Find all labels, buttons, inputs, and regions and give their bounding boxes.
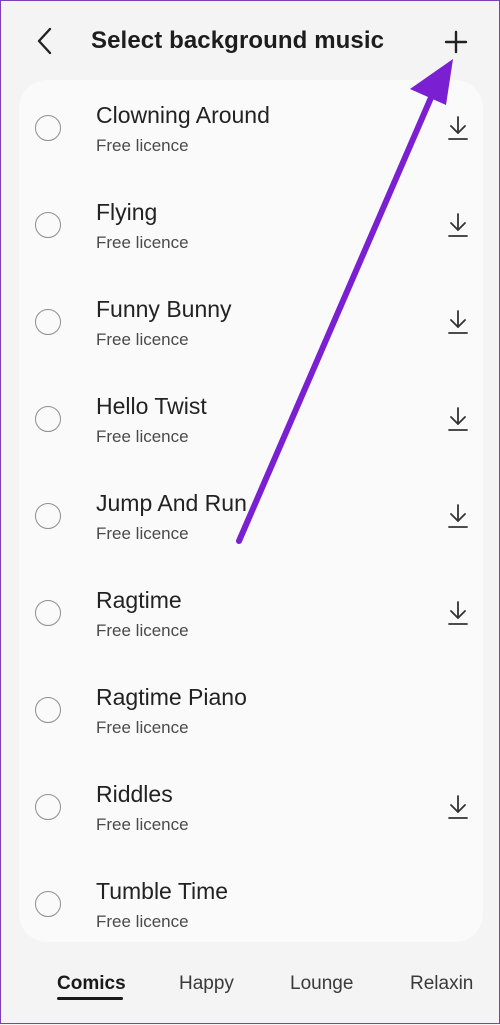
download-icon bbox=[448, 795, 468, 819]
radio-button[interactable] bbox=[35, 600, 61, 626]
track-name: Hello Twist bbox=[96, 393, 207, 419]
track-license: Free licence bbox=[96, 427, 189, 446]
track-name: Funny Bunny bbox=[96, 296, 232, 322]
download-button[interactable] bbox=[443, 113, 473, 143]
app-header: Select background music bbox=[1, 1, 500, 81]
list-item[interactable]: Tumble Time Free licence bbox=[19, 856, 483, 942]
list-item[interactable]: Flying Free licence bbox=[19, 177, 483, 274]
track-license: Free licence bbox=[96, 233, 189, 252]
radio-button[interactable] bbox=[35, 503, 61, 529]
radio-button[interactable] bbox=[35, 212, 61, 238]
list-item[interactable]: Funny Bunny Free licence bbox=[19, 274, 483, 371]
download-icon bbox=[448, 601, 468, 625]
download-button[interactable] bbox=[443, 307, 473, 337]
track-license: Free licence bbox=[96, 330, 189, 349]
track-name: Ragtime bbox=[96, 587, 182, 613]
track-license: Free licence bbox=[96, 524, 189, 543]
track-name: Ragtime Piano bbox=[96, 684, 247, 710]
back-button[interactable] bbox=[27, 23, 63, 59]
radio-button[interactable] bbox=[35, 115, 61, 141]
tab-happy[interactable]: Happy bbox=[179, 973, 234, 995]
download-icon bbox=[448, 407, 468, 431]
download-icon bbox=[448, 213, 468, 237]
track-license: Free licence bbox=[96, 912, 189, 931]
track-license: Free licence bbox=[96, 815, 189, 834]
track-name: Tumble Time bbox=[96, 878, 229, 904]
list-item[interactable]: Jump And Run Free licence bbox=[19, 468, 483, 565]
radio-button[interactable] bbox=[35, 697, 61, 723]
radio-button[interactable] bbox=[35, 406, 61, 432]
track-name: Riddles bbox=[96, 781, 173, 807]
list-item[interactable]: Hello Twist Free licence bbox=[19, 371, 483, 468]
download-icon bbox=[448, 116, 468, 140]
tab-relaxing[interactable]: Relaxin bbox=[410, 973, 473, 995]
download-button[interactable] bbox=[443, 210, 473, 240]
track-name: Flying bbox=[96, 199, 158, 225]
download-button[interactable] bbox=[443, 501, 473, 531]
list-item[interactable]: Clowning Around Free licence bbox=[19, 80, 483, 177]
radio-button[interactable] bbox=[35, 794, 61, 820]
list-item[interactable]: Ragtime Free licence bbox=[19, 565, 483, 662]
active-tab-indicator bbox=[57, 997, 123, 1000]
track-license: Free licence bbox=[96, 718, 189, 737]
tab-comics[interactable]: Comics bbox=[57, 973, 126, 995]
chevron-left-icon bbox=[37, 27, 52, 55]
tab-lounge[interactable]: Lounge bbox=[290, 973, 353, 995]
track-name: Jump And Run bbox=[96, 490, 247, 516]
download-button[interactable] bbox=[443, 598, 473, 628]
track-name: Clowning Around bbox=[96, 102, 270, 128]
track-license: Free licence bbox=[96, 621, 189, 640]
download-button[interactable] bbox=[443, 404, 473, 434]
plus-icon bbox=[444, 30, 468, 54]
download-icon bbox=[448, 504, 468, 528]
add-music-button[interactable] bbox=[437, 23, 475, 61]
radio-button[interactable] bbox=[35, 309, 61, 335]
track-license: Free licence bbox=[96, 136, 189, 155]
list-item[interactable]: Ragtime Piano Free licence bbox=[19, 662, 483, 759]
category-tabs: Comics Happy Lounge Relaxin bbox=[1, 956, 500, 1016]
download-icon bbox=[448, 310, 468, 334]
download-button[interactable] bbox=[443, 792, 473, 822]
page-title: Select background music bbox=[91, 27, 385, 54]
radio-button[interactable] bbox=[35, 891, 61, 917]
list-item[interactable]: Riddles Free licence bbox=[19, 759, 483, 856]
music-list: Clowning Around Free licence Flying Free… bbox=[19, 80, 483, 942]
